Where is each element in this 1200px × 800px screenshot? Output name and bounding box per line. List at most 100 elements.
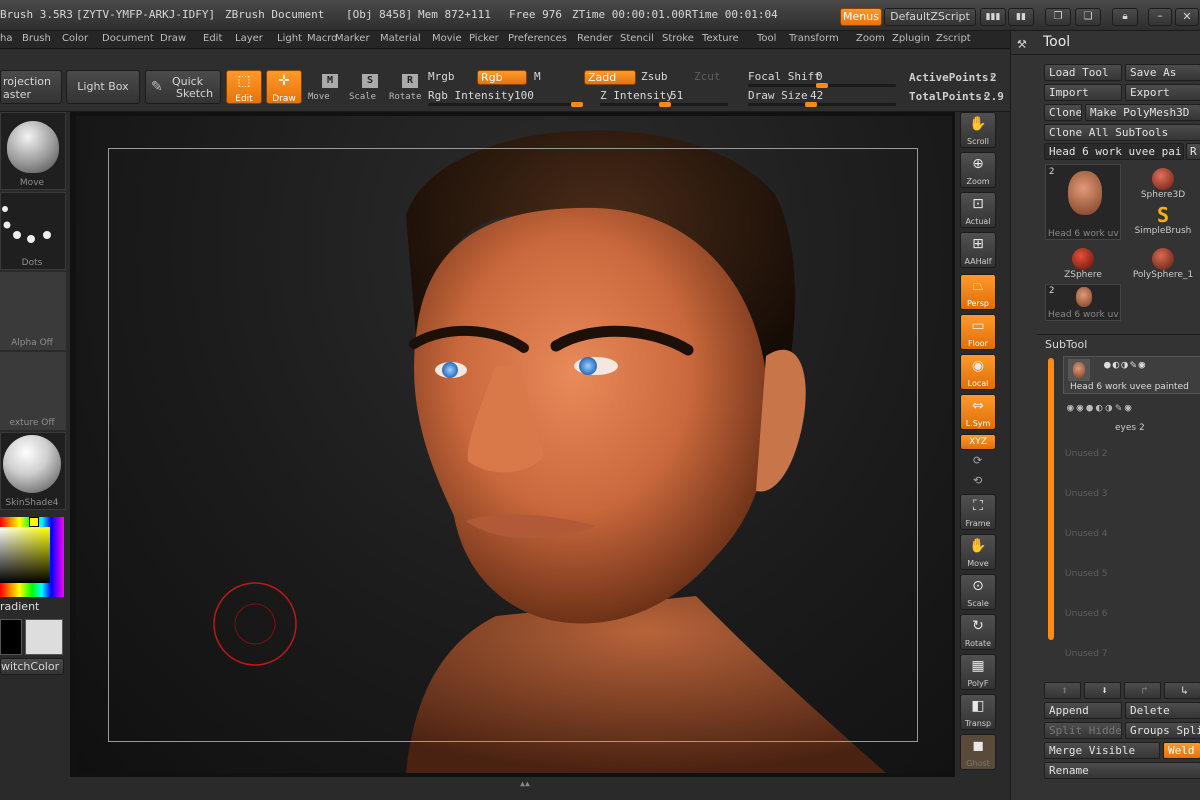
menu-tool[interactable]: Tool (757, 33, 776, 44)
menu-marker[interactable]: Marker (335, 33, 370, 44)
menu-transform[interactable]: Transform (789, 33, 839, 44)
shelf-aahalf-button[interactable]: ⊞ AAHalf (960, 232, 996, 268)
shelf-rotate-button[interactable]: ↻ Rotate (960, 614, 996, 650)
m-toggle[interactable]: M (534, 70, 541, 83)
current-tool-slider[interactable]: Head 6 work uvee pai (1044, 143, 1184, 160)
tool-thumb-simplebrush[interactable]: S SimpleBrush (1125, 204, 1200, 244)
menu-preferences[interactable]: Preferences (508, 33, 567, 44)
menu-texture[interactable]: Texture (702, 33, 739, 44)
menu-stroke[interactable]: Stroke (662, 33, 694, 44)
saturation-square[interactable] (0, 527, 50, 583)
shelf-polyf-button[interactable]: ▦ PolyF (960, 654, 996, 690)
tool-palette-title[interactable]: Tool (1043, 34, 1070, 50)
bottom-shelf-toggle-icon[interactable]: ▲▲ (500, 779, 550, 789)
zadd-toggle[interactable]: Zadd (584, 70, 636, 85)
shelf-transp-button[interactable]: ◧ Transp (960, 694, 996, 730)
color-picker[interactable] (0, 517, 64, 597)
shelf-zoom-button[interactable]: ⊕ Zoom (960, 152, 996, 188)
shelf-move-button[interactable]: ✋ Move (960, 534, 996, 570)
draw-size-slider[interactable]: Draw Size 42 (748, 87, 896, 107)
groups-split-button[interactable]: Groups Split (1125, 722, 1200, 739)
quick-sketch-button[interactable]: ✎ Quick Sketch (145, 70, 221, 104)
subtool-unused-slot[interactable]: Unused 7 (1065, 649, 1200, 659)
tool-thumb-sphere3d[interactable]: Sphere3D (1125, 164, 1200, 204)
menu-ha[interactable]: ha (0, 33, 12, 44)
rotate-ccw-icon[interactable]: ⟲ (973, 474, 982, 487)
draw-button[interactable]: ✛ Draw (266, 70, 302, 104)
rgb-intensity-knob[interactable] (571, 102, 583, 107)
subtool-append-icon[interactable]: ↳ (1164, 682, 1200, 699)
menu-movie[interactable]: Movie (432, 33, 462, 44)
clone-button[interactable]: Clone (1044, 104, 1082, 121)
light-box-button[interactable]: Light Box (66, 70, 140, 104)
subtool-title[interactable]: SubTool (1045, 338, 1087, 351)
switch-color-button[interactable]: witchColor (0, 658, 64, 675)
texture-picker[interactable]: exture Off (0, 352, 66, 430)
brush-picker[interactable]: Move (0, 112, 66, 190)
subtool-scrollbar[interactable] (1048, 358, 1054, 640)
menu-macro[interactable]: Macro (307, 33, 337, 44)
shelf-floor-button[interactable]: ▭ Floor (960, 314, 996, 350)
subtool-insert-icon[interactable]: ↱ (1124, 682, 1161, 699)
subtool-row-head[interactable]: ●◐◑✎◉ Head 6 work uvee painted (1063, 356, 1200, 394)
secondary-color-swatch[interactable] (25, 619, 63, 655)
export-button[interactable]: Export (1125, 84, 1200, 101)
draw-size-knob[interactable] (805, 102, 817, 107)
split-hidden-button[interactable]: Split Hidden (1044, 722, 1122, 739)
subtool-row-eyes[interactable]: ◉◉●◐◑✎◉ eyes 2 (1063, 397, 1200, 435)
menu-material[interactable]: Material (380, 33, 421, 44)
shelf-xyz-button[interactable]: xyzXYZ (960, 434, 996, 450)
menu-picker[interactable]: Picker (469, 33, 499, 44)
shelf-persp-button[interactable]: ⏢ Persp (960, 274, 996, 310)
menu-brush[interactable]: Brush (22, 33, 51, 44)
delete-button[interactable]: Delete (1125, 702, 1200, 719)
menu-zscript[interactable]: Zscript (936, 33, 971, 44)
menu-zoom[interactable]: Zoom (856, 33, 885, 44)
z-intensity-knob[interactable] (659, 102, 671, 107)
main-color-swatch[interactable] (0, 619, 22, 655)
menu-document[interactable]: Document (102, 33, 154, 44)
import-button[interactable]: Import (1044, 84, 1122, 101)
shelf-scroll-button[interactable]: ✋ Scroll (960, 112, 996, 148)
clone-all-subtools-button[interactable]: Clone All SubTools (1044, 124, 1200, 141)
zcut-toggle[interactable]: Zcut (694, 70, 721, 83)
restore-window-icon[interactable]: ❐ (1045, 8, 1071, 26)
scale-mode-button[interactable]: S Scale (346, 72, 382, 104)
rgb-toggle[interactable]: Rgb (477, 70, 527, 85)
shelf-scale-button[interactable]: ⊙ Scale (960, 574, 996, 610)
menu-light[interactable]: Light (277, 33, 302, 44)
menu-zplugin[interactable]: Zplugin (892, 33, 930, 44)
alpha-picker[interactable]: Alpha Off (0, 272, 66, 350)
minimize-icon[interactable]: – (1148, 8, 1172, 26)
menus-button[interactable]: Menus (840, 8, 882, 26)
rename-button[interactable]: Rename (1044, 762, 1200, 779)
weld-toggle[interactable]: Weld (1163, 742, 1200, 759)
shelf-ghost-button[interactable]: ◼ Ghost (960, 734, 996, 770)
make-polymesh-button[interactable]: Make PolyMesh3D (1085, 104, 1200, 121)
stroke-picker[interactable]: Dots (0, 192, 66, 270)
append-button[interactable]: Append (1044, 702, 1122, 719)
edit-button[interactable]: ⬚ Edit (226, 70, 262, 104)
focal-shift-slider[interactable]: Focal Shift 0 (748, 68, 896, 88)
subtool-move-down-icon[interactable]: ⬇ (1084, 682, 1121, 699)
menu-stencil[interactable]: Stencil (620, 33, 654, 44)
shelf-frame-button[interactable]: ⛶ Frame (960, 494, 996, 530)
subtool-head-toggles[interactable]: ●◐◑✎◉ (1104, 358, 1147, 371)
close-icon[interactable]: ✕ (1175, 8, 1199, 26)
tool-thumb-zsphere[interactable]: ZSphere (1045, 244, 1121, 284)
menu-draw[interactable]: Draw (160, 33, 186, 44)
menu-edit[interactable]: Edit (203, 33, 222, 44)
subtool-unused-slot[interactable]: Unused 2 (1065, 449, 1200, 459)
menu-render[interactable]: Render (577, 33, 613, 44)
tool-r-button[interactable]: R (1186, 143, 1200, 160)
shelf-local-button[interactable]: ◉ Local (960, 354, 996, 390)
subtool-unused-slot[interactable]: Unused 6 (1065, 609, 1200, 619)
subtool-unused-slot[interactable]: Unused 5 (1065, 569, 1200, 579)
rgb-intensity-slider[interactable]: Rgb Intensity 100 (428, 87, 583, 107)
menu-layer[interactable]: Layer (235, 33, 263, 44)
gradient-toggle[interactable]: radient (0, 600, 64, 616)
shelf-lsym-button[interactable]: ⇔ L.Sym (960, 394, 996, 430)
shelf-actual-button[interactable]: ⊡ Actual (960, 192, 996, 228)
zsub-toggle[interactable]: Zsub (641, 70, 668, 83)
default-zscript-button[interactable]: DefaultZScript (884, 8, 976, 26)
